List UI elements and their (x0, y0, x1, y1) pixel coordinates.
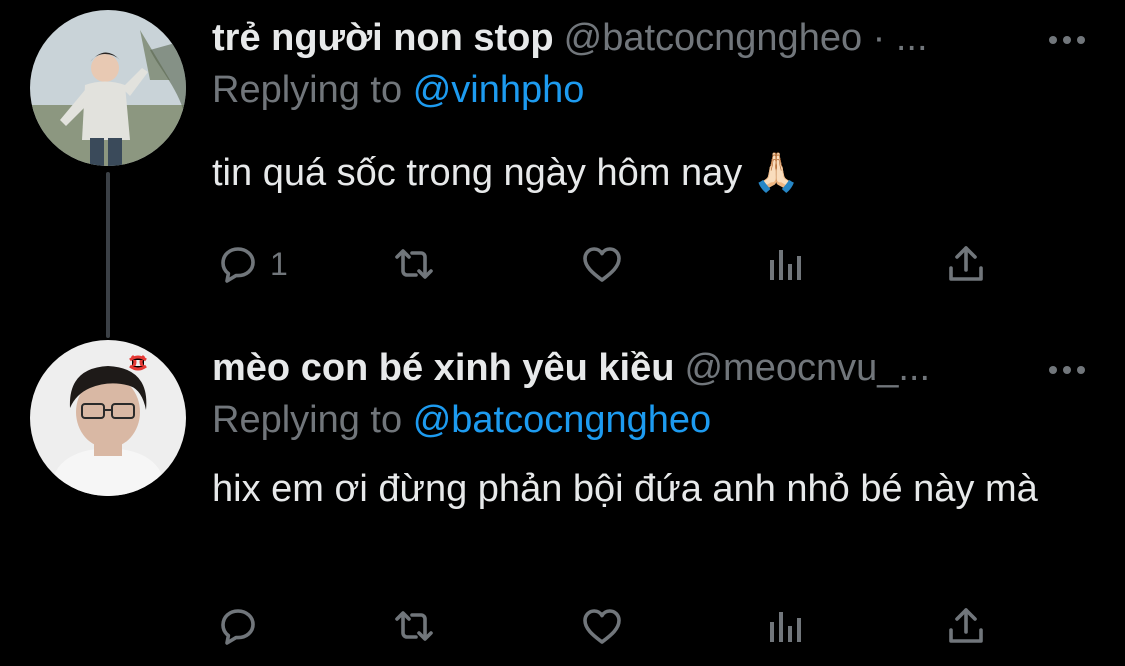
more-dot (1063, 36, 1071, 44)
replying-to: Replying to @vinhpho (212, 64, 584, 116)
tweet-actions (212, 598, 1012, 658)
bar-chart-icon (770, 612, 801, 642)
retweet-icon (395, 611, 433, 641)
tweet-text: hix em ơi đừng phản bội đứa anh nhỏ bé n… (212, 468, 1038, 510)
share-upload-icon (949, 608, 983, 643)
tweet-actions: 1 (212, 236, 1012, 296)
more-dot (1077, 36, 1085, 44)
more-options-button[interactable] (1049, 30, 1095, 50)
avatar[interactable] (30, 340, 186, 496)
more-dot (1077, 366, 1085, 374)
more-horizontal-icon (1049, 366, 1057, 374)
tweet-header: trẻ người non stop @batcocngngheo · ... (212, 12, 1045, 64)
thread-connector (106, 172, 110, 338)
views-button[interactable] (762, 236, 810, 292)
avatar-photo (30, 10, 186, 166)
views-button[interactable] (762, 598, 810, 654)
replying-mention-link[interactable]: @vinhpho (413, 69, 585, 111)
like-button[interactable] (578, 598, 626, 654)
like-button[interactable] (578, 236, 626, 292)
share-button[interactable] (942, 236, 990, 292)
avatar[interactable] (30, 10, 186, 166)
replying-label: Replying to (212, 69, 403, 111)
avatar-photo (30, 340, 186, 496)
tweet-header: mèo con bé xinh yêu kiều @meocnvu_... (212, 342, 1045, 394)
reply-button[interactable]: 1 (214, 236, 288, 292)
retweet-button[interactable] (390, 598, 438, 654)
replying-label: Replying to (212, 399, 403, 441)
reply-bubble-icon (221, 247, 255, 283)
more-options-button[interactable] (1049, 360, 1095, 380)
replying-to: Replying to @batcocngngheo (212, 394, 711, 446)
user-handle[interactable]: @meocnvu_... (684, 347, 930, 389)
display-name[interactable]: trẻ người non stop (212, 17, 554, 59)
retweet-button[interactable] (390, 236, 438, 292)
bar-chart-icon (770, 250, 801, 280)
replying-mention-link[interactable]: @batcocngngheo (413, 399, 711, 441)
more-horizontal-icon (1049, 36, 1057, 44)
tweet-1[interactable]: trẻ người non stop @batcocngngheo · ... R… (0, 0, 1125, 338)
reply-button[interactable] (214, 598, 270, 654)
reply-bubble-icon (221, 609, 255, 645)
share-button[interactable] (942, 598, 990, 654)
heart-icon (583, 247, 621, 282)
user-handle[interactable]: @batcocngngheo · ... (564, 17, 928, 59)
tweet-text: tin quá sốc trong ngày hôm nay 🙏🏻 (212, 152, 801, 194)
reply-count: 1 (270, 245, 288, 282)
display-name[interactable]: mèo con bé xinh yêu kiều (212, 347, 674, 389)
share-upload-icon (949, 246, 983, 281)
retweet-icon (395, 249, 433, 279)
more-dot (1063, 366, 1071, 374)
heart-icon (583, 609, 621, 644)
tweet-2[interactable]: mèo con bé xinh yêu kiều @meocnvu_... Rep… (0, 330, 1125, 666)
